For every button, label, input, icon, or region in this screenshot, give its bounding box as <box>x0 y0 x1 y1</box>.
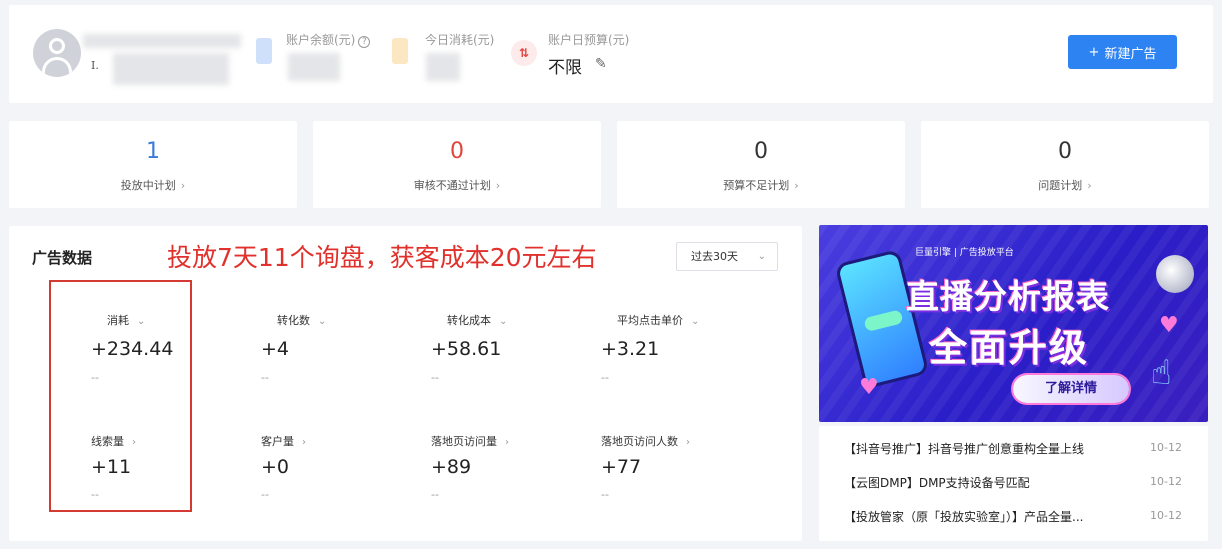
balance-value-blurred <box>288 53 340 81</box>
chevron-right-icon: › <box>794 179 799 192</box>
metric-value: +0 <box>261 456 290 478</box>
account-id-initial: I. <box>91 59 99 72</box>
banner-subheadline: 全面升级 <box>929 326 1090 370</box>
today-spend-label: 今日消耗(元) <box>425 33 495 47</box>
banner-headline: 直播分析报表 <box>906 277 1110 316</box>
metric-label[interactable]: 平均点击单价 ⌄ <box>617 312 699 328</box>
chevron-right-icon: › <box>495 179 501 192</box>
metric-value: +58.61 <box>431 338 502 360</box>
plus-icon: + <box>1088 44 1100 60</box>
new-ad-button[interactable]: + 新建广告 <box>1068 35 1177 69</box>
chevron-down-icon[interactable]: ⌄ <box>499 316 507 327</box>
heart-icon: ♥ <box>1159 313 1179 338</box>
period-select[interactable]: 过去30天 ⌄ <box>676 242 778 271</box>
plan-label: 投放中计划 › <box>120 179 186 192</box>
plan-count: 0 <box>754 139 768 164</box>
metric-change: -- <box>431 371 439 384</box>
wallet-icon <box>256 38 272 64</box>
metric-label[interactable]: 落地页访问人数 › <box>601 433 690 449</box>
metric-label[interactable]: 落地页访问量 › <box>431 433 509 449</box>
metric-value: +89 <box>431 456 472 478</box>
plan-label: 问题计划 › <box>1038 179 1092 192</box>
chevron-down-icon[interactable]: ⌄ <box>137 316 145 327</box>
metric-change: -- <box>261 488 269 501</box>
account-header: I. 账户余额(元)? 今日消耗(元) ⇅ 账户日预算(元) 不限 ✎ + 新建… <box>9 5 1213 103</box>
chevron-right-icon: › <box>180 179 186 192</box>
chevron-down-icon[interactable]: ⌄ <box>318 316 326 327</box>
pointer-hand-icon: ☝ <box>1151 353 1172 393</box>
banner-cta-button[interactable]: 了解详情 <box>1013 375 1129 403</box>
news-item[interactable]: 【投放管家（原「投放实验室」）】产品全量... 10-12 <box>819 504 1208 528</box>
heart-icon: ♥ <box>859 375 879 400</box>
chevron-right-icon[interactable]: › <box>302 437 306 448</box>
account-id-blurred <box>113 53 229 85</box>
metric-change: -- <box>601 488 609 501</box>
metric-value: +3.21 <box>601 338 660 360</box>
metric-label[interactable]: 转化成本 ⌄ <box>447 312 507 328</box>
annotation-text: 投放7天11个询盘，获客成本20元左右 <box>167 243 597 272</box>
plan-card-running[interactable]: 1 投放中计划 › <box>9 121 297 208</box>
metric-change: -- <box>601 371 609 384</box>
avatar <box>33 29 81 77</box>
banner-logo: 巨量引擎 | 广告投放平台 <box>915 248 1014 258</box>
metric-label[interactable]: 转化数 ⌄ <box>277 312 326 328</box>
metric-label[interactable]: 线索量 › <box>91 433 136 449</box>
plan-count: 1 <box>146 139 160 164</box>
chevron-right-icon[interactable]: › <box>686 437 690 448</box>
chevron-down-icon[interactable]: ⌄ <box>691 316 699 327</box>
spend-icon <box>392 38 408 64</box>
balance-label: 账户余额(元)? <box>286 31 371 48</box>
chevron-right-icon[interactable]: › <box>505 437 509 448</box>
metric-label[interactable]: 消耗 ⌄ <box>107 312 145 328</box>
plan-label: 预算不足计划 › <box>723 179 799 192</box>
daily-budget-value: 不限 <box>548 58 582 78</box>
plan-count: 0 <box>1058 139 1072 164</box>
metric-change: -- <box>91 371 99 384</box>
budget-icon: ⇅ <box>511 40 537 66</box>
metric-change: -- <box>261 371 269 384</box>
microphone-illustration <box>1156 255 1194 293</box>
edit-icon[interactable]: ✎ <box>595 56 607 72</box>
metric-change: -- <box>431 488 439 501</box>
metric-value: +4 <box>261 338 290 360</box>
metric-value: +77 <box>601 456 642 478</box>
plan-card-budget-short[interactable]: 0 预算不足计划 › <box>617 121 905 208</box>
chevron-down-icon: ⌄ <box>757 251 766 262</box>
section-title: 广告数据 <box>32 249 93 267</box>
ad-data-panel: 广告数据 投放7天11个询盘，获客成本20元左右 过去30天 ⌄ 消耗 ⌄ +234.… <box>9 226 802 541</box>
today-spend-value-blurred <box>426 53 460 81</box>
metric-value: +11 <box>91 456 132 478</box>
plan-card-problem[interactable]: 0 问题计划 › <box>921 121 1209 208</box>
news-item[interactable]: 【云图DMP】DMP支持设备号匹配 10-12 <box>819 470 1208 494</box>
news-list: 【抖音号推广】抖音号推广创意重构全量上线 10-12 【云图DMP】DMP支持设… <box>819 426 1208 541</box>
chevron-right-icon[interactable]: › <box>132 437 136 448</box>
metric-label[interactable]: 客户量 › <box>261 433 306 449</box>
plan-card-rejected[interactable]: 0 审核不通过计划 › <box>313 121 601 208</box>
daily-budget-label: 账户日预算(元) <box>548 33 630 47</box>
account-name-blurred <box>83 34 241 48</box>
plan-label: 审核不通过计划 › <box>413 179 501 192</box>
help-icon[interactable]: ? <box>358 36 371 48</box>
plan-count: 0 <box>450 139 464 164</box>
chevron-right-icon: › <box>1087 179 1092 192</box>
metric-change: -- <box>91 488 99 501</box>
news-item[interactable]: 【抖音号推广】抖音号推广创意重构全量上线 10-12 <box>819 436 1208 460</box>
promo-banner[interactable]: ♥ ♥ ☝ 巨量引擎 | 广告投放平台 直播分析报表 全面升级 了解详情 <box>819 225 1208 422</box>
metric-value: +234.44 <box>91 338 174 360</box>
